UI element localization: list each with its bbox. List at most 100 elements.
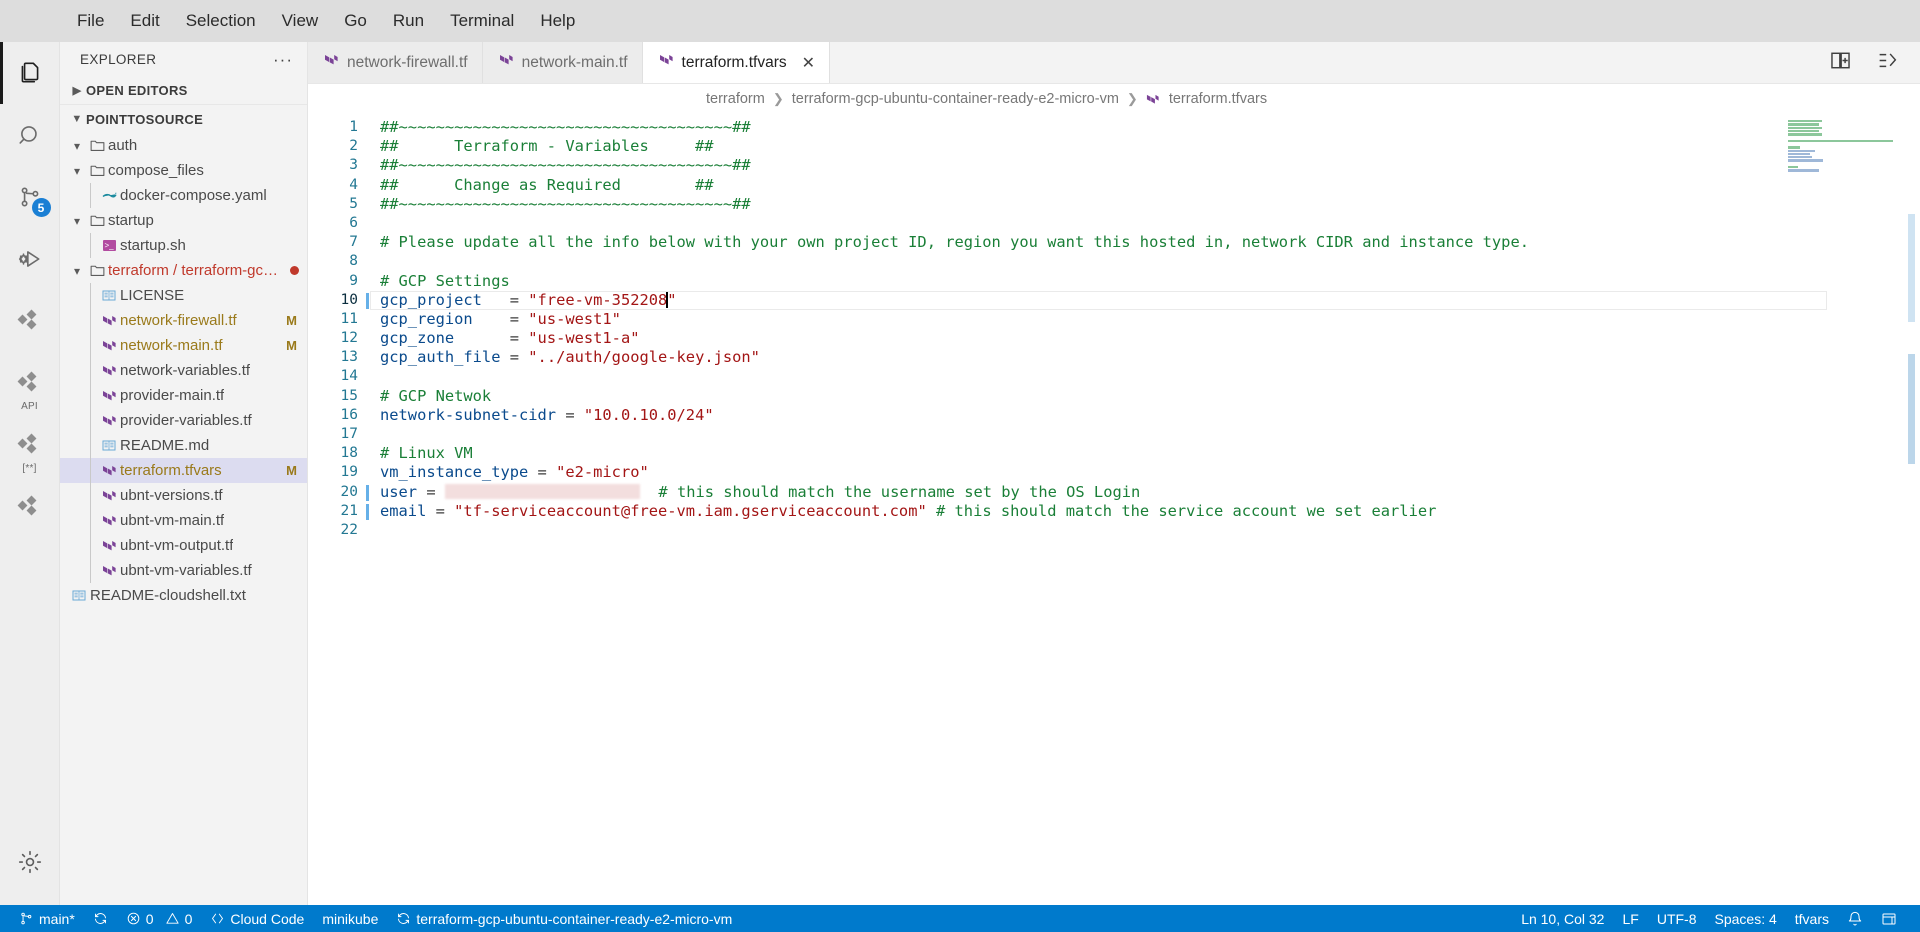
code-token: = (528, 463, 557, 482)
minimap-line (1788, 163, 1904, 165)
minimap-line (1788, 123, 1819, 126)
code-token: gcp_region (380, 309, 473, 328)
file-tree-item[interactable]: ubnt-versions.tf (60, 483, 307, 508)
file-tree-item[interactable]: ▾ terraform / terraform-gcp-ubuntu (60, 258, 307, 283)
kubernetes-extension-icon[interactable] (0, 476, 60, 538)
breadcrumb-item[interactable]: terraform.tfvars (1169, 91, 1267, 107)
close-icon[interactable]: ✕ (802, 53, 815, 73)
folder-icon (86, 162, 108, 179)
chevron-down-icon[interactable]: ▾ (68, 164, 86, 178)
terraform-file-icon (98, 464, 120, 478)
extensions-icon[interactable] (0, 290, 60, 352)
document-file-icon (98, 289, 120, 302)
line-number: 17 (340, 426, 358, 442)
cursor-position-status[interactable]: Ln 10, Col 32 (1512, 905, 1613, 932)
file-tree-item[interactable]: network-main.tf M (60, 333, 307, 358)
cloud-code-status[interactable]: Cloud Code (201, 905, 313, 932)
notifications-status[interactable] (1838, 905, 1872, 932)
sidebar-section-workspace[interactable]: ▼ POINTTOSOURCE (60, 105, 307, 133)
code-content[interactable]: ##~~~~~~~~~~~~~~~~~~~~~~~~~~~~~~~~~~~~##… (370, 114, 1920, 905)
editor-tab-label: network-firewall.tf (347, 53, 468, 71)
line-ending-status[interactable]: LF (1613, 905, 1647, 932)
secrets-extension-icon[interactable]: [**] (0, 414, 60, 476)
branch-status[interactable]: main* (10, 905, 84, 932)
editor-scrollbar[interactable] (1906, 114, 1918, 905)
workspace-sync-status[interactable]: terraform-gcp-ubuntu-container-ready-e2-… (387, 905, 741, 932)
split-editor-icon[interactable] (1830, 50, 1851, 76)
chevron-down-icon[interactable]: ▾ (68, 264, 86, 278)
encoding-status[interactable]: UTF-8 (1648, 905, 1706, 932)
editor-layout-icon[interactable] (1877, 50, 1898, 76)
line-number: 8 (349, 253, 358, 270)
line-number: 20 (308, 483, 370, 502)
file-tree-item[interactable]: >_ startup.sh (60, 233, 307, 258)
code-line: # GCP Netwok (370, 387, 1920, 406)
menu-item-edit[interactable]: Edit (117, 7, 172, 35)
file-tree-item[interactable]: network-firewall.tf M (60, 308, 307, 333)
code-token: "10.0.10.0/24" (583, 405, 714, 424)
file-tree-item[interactable]: ubnt-vm-output.tf (60, 533, 307, 558)
file-tree-item-label: LICENSE (120, 287, 185, 304)
yaml-file-icon (98, 190, 120, 202)
file-tree-item-label: README.md (120, 437, 210, 454)
minikube-status[interactable]: minikube (313, 905, 387, 932)
file-tree-item[interactable]: terraform.tfvars M (60, 458, 307, 483)
file-tree-item[interactable]: ubnt-vm-main.tf (60, 508, 307, 533)
panel-layout-status[interactable] (1872, 905, 1906, 932)
editor-tab[interactable]: network-main.tf (482, 42, 643, 83)
editor-tab[interactable]: network-firewall.tf (308, 42, 483, 83)
code-token: = (472, 309, 529, 328)
terraform-file-icon (98, 364, 120, 378)
line-number: 11 (340, 310, 358, 327)
minimap[interactable] (1788, 120, 1904, 172)
search-icon[interactable] (0, 104, 60, 166)
scrollbar-thumb[interactable] (1908, 354, 1915, 464)
editor-tab-label: terraform.tfvars (681, 53, 787, 71)
chevron-down-icon[interactable]: ▾ (68, 214, 86, 228)
terraform-file-icon (98, 539, 120, 553)
editor-tab[interactable]: terraform.tfvars ✕ (642, 42, 831, 83)
workbench-body: 5 API [**] EXPLORER ··· ▶ OPEN EDITORS ▼ P… (0, 42, 1920, 905)
file-tree-item[interactable]: ubnt-vm-variables.tf (60, 558, 307, 583)
file-tree-item[interactable]: ▾ auth (60, 133, 307, 158)
file-tree-item[interactable]: ▾ compose_files (60, 158, 307, 183)
menu-item-terminal[interactable]: Terminal (437, 7, 527, 35)
code-token: "../auth/google-key.json" (528, 348, 760, 367)
file-tree-item[interactable]: README-cloudshell.txt (60, 583, 307, 608)
breadcrumb-item[interactable]: terraform (706, 91, 765, 107)
indentation-status[interactable]: Spaces: 4 (1706, 905, 1786, 932)
menu-item-selection[interactable]: Selection (173, 7, 269, 35)
sync-status[interactable] (84, 905, 117, 932)
sidebar-more-actions-icon[interactable]: ··· (273, 50, 293, 70)
code-line: user = # this should match the username … (370, 483, 1920, 502)
file-tree-item[interactable]: README.md (60, 433, 307, 458)
run-and-debug-icon[interactable] (0, 228, 60, 290)
manage-gear-icon[interactable] (0, 831, 60, 893)
menu-item-go[interactable]: Go (331, 7, 380, 35)
file-tree-item[interactable]: LICENSE (60, 283, 307, 308)
file-tree-item[interactable]: provider-variables.tf (60, 408, 307, 433)
scrollbar-thumb-upper[interactable] (1908, 214, 1915, 322)
menu-item-run[interactable]: Run (380, 7, 437, 35)
menu-item-view[interactable]: View (269, 7, 332, 35)
file-tree-item[interactable]: network-variables.tf (60, 358, 307, 383)
menu-item-help[interactable]: Help (527, 7, 588, 35)
menu-item-file[interactable]: File (64, 7, 117, 35)
file-tree-item-label: provider-variables.tf (120, 412, 252, 429)
file-tree-item[interactable]: ▾ startup (60, 208, 307, 233)
api-extension-icon[interactable]: API (0, 352, 60, 414)
explorer-icon[interactable] (0, 42, 60, 104)
breadcrumb-item[interactable]: terraform-gcp-ubuntu-container-ready-e2-… (792, 91, 1119, 107)
file-tree-item[interactable]: provider-main.tf (60, 383, 307, 408)
chevron-down-icon[interactable]: ▾ (68, 139, 86, 153)
language-mode-status[interactable]: tfvars (1786, 905, 1838, 932)
sidebar-section-open-editors[interactable]: ▶ OPEN EDITORS (60, 77, 307, 105)
file-tree-item-label: startup.sh (120, 237, 186, 254)
source-control-icon[interactable]: 5 (0, 166, 60, 228)
file-tree-item[interactable]: docker-compose.yaml (60, 183, 307, 208)
code-line: network-subnet-cidr = "10.0.10.0/24" (370, 406, 1920, 425)
code-token: # this should match the service account … (926, 501, 1437, 520)
code-token: vm_instance_type (380, 463, 529, 482)
problems-status[interactable]: 00 (117, 905, 202, 932)
code-editor[interactable]: 1 2 3 4 5 6 7 8 9 10 11 12 13 14 15 16 17 18 19 20 21 22 ##~~… (308, 114, 1920, 905)
